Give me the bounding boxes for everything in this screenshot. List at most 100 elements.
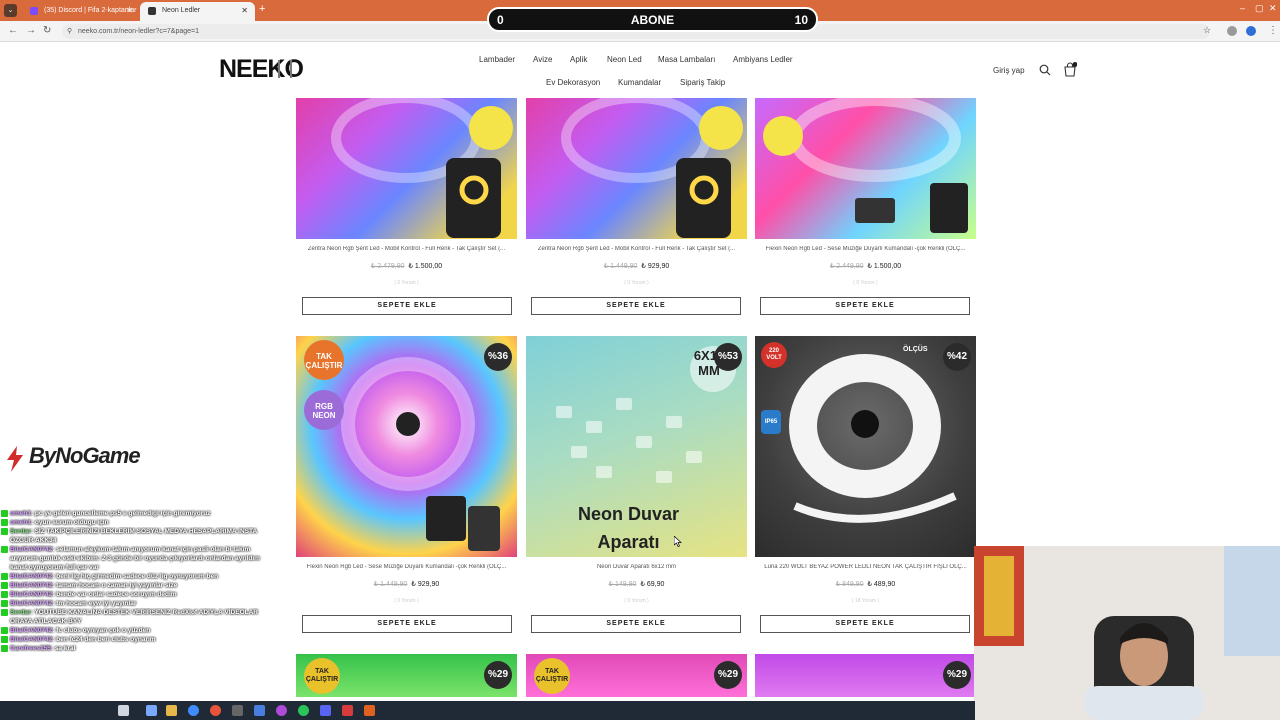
minimize-icon[interactable]: – xyxy=(1240,3,1245,13)
forward-icon[interactable]: → xyxy=(26,25,36,36)
app-icon[interactable] xyxy=(254,705,265,716)
app-icon[interactable] xyxy=(276,705,287,716)
add-to-cart-button[interactable]: SEPETE EKLE xyxy=(531,297,741,315)
product-image[interactable] xyxy=(755,98,976,239)
nav-avize[interactable]: Avize xyxy=(533,55,552,64)
chat-user: BilalCAN0742 xyxy=(10,546,53,553)
product-title[interactable]: Zentra Neon Rgb Şerit Led - Mobil Kontro… xyxy=(526,246,747,252)
product-price: ₺ 849,90 ₺ 489,90 xyxy=(755,580,976,588)
add-to-cart-button[interactable]: SEPETE EKLE xyxy=(760,615,970,633)
search-icon[interactable] xyxy=(1039,64,1051,76)
neon-coil-illustration xyxy=(763,98,968,233)
discount-badge: %42 xyxy=(943,343,971,371)
tab-neon-ledler[interactable]: Neon Ledler ✕ xyxy=(140,2,255,21)
price: ₺ 1.500,00 xyxy=(867,263,902,270)
badge-icon xyxy=(1,546,8,553)
chrome-icon[interactable] xyxy=(210,705,221,716)
start-icon[interactable] xyxy=(118,705,129,716)
app-icon[interactable] xyxy=(232,705,243,716)
chat-text: : beni lig hiç girmedim sadece düz lig o… xyxy=(52,573,219,580)
extension-icon[interactable] xyxy=(1227,26,1237,36)
product-title[interactable]: Flexin Neon Rgb Led - Sese Müziğe Duyarl… xyxy=(755,246,976,252)
tab-discord[interactable]: (35) Discord | Fifa 2-kaptanlar ✕ xyxy=(22,2,140,21)
neon-coil-illustration xyxy=(331,98,513,238)
chat-text: : YOUTUBE KANALINA DESTEK VERİRSENİZ Red… xyxy=(10,609,259,625)
product-image[interactable]: TAK ÇALIŞTIR RGB NEON %36 xyxy=(296,336,517,557)
chat-message: BilalCAN0742: ben fc24 den beri clubs oy… xyxy=(0,635,275,644)
bookmark-star-icon[interactable]: ☆ xyxy=(1203,25,1211,36)
new-tab-icon[interactable]: + xyxy=(259,3,265,15)
tab-search-icon[interactable]: ⌄ xyxy=(4,4,17,17)
browser-menu-icon[interactable]: ⋮ xyxy=(1268,25,1278,36)
product-image[interactable]: 6X12 MM %53 Neon Duvar Aparatı xyxy=(526,336,747,557)
product-image[interactable]: TAK ÇALIŞTIR %29 xyxy=(296,654,517,697)
cart-icon[interactable] xyxy=(1063,62,1077,77)
login-link[interactable]: Giriş yap xyxy=(993,66,1025,75)
maximize-icon[interactable]: ▢ xyxy=(1255,3,1264,14)
add-to-cart-button[interactable]: SEPETE EKLE xyxy=(302,615,512,633)
site-favicon-icon xyxy=(148,7,156,15)
product-image[interactable]: 220 VOLT IP65 ÖLÇÜS %42 xyxy=(755,336,976,557)
streamer-webcam-image xyxy=(974,546,1280,720)
product-image[interactable]: %29 xyxy=(755,654,976,697)
webcam-feed xyxy=(974,546,1280,720)
chat-text: : SİZ TAKİPÇİLERİNİZİ BEKLERİM SOSYAL ME… xyxy=(10,528,257,544)
files-icon[interactable] xyxy=(146,705,157,716)
badge-icon xyxy=(1,528,8,535)
product-image[interactable] xyxy=(296,98,517,239)
edge-icon[interactable] xyxy=(188,705,199,716)
chat-text: : tm hocam eyw iyi yayınlar xyxy=(52,600,137,607)
chat-text: : fc clubs oynıyan çok o yüzden xyxy=(52,627,151,634)
rgb-neon-badge: RGB NEON xyxy=(304,390,344,430)
nav-ev-dekorasyon[interactable]: Ev Dekorasyon xyxy=(546,78,600,87)
product-title[interactable]: Luna 220 WOLT BEYAZ POWER LEDLİ NEON TAK… xyxy=(755,564,976,570)
app-icon[interactable] xyxy=(342,705,353,716)
tab-label: Neon Ledler xyxy=(162,7,201,14)
close-icon[interactable]: ✕ xyxy=(241,2,248,19)
chat-user: omeh1 xyxy=(10,519,31,526)
product-image[interactable] xyxy=(526,98,747,239)
badge-icon xyxy=(1,600,8,607)
chat-user: BilalCAN0742 xyxy=(10,636,53,643)
review-count: ( 0 Yorum ) xyxy=(853,280,878,286)
whatsapp-icon[interactable] xyxy=(298,705,309,716)
window-close-icon[interactable]: ✕ xyxy=(1269,3,1277,14)
reload-icon[interactable]: ↻ xyxy=(43,25,51,36)
product-title[interactable]: Zentra Neon Rgb Şerit Led - Mobil Kontro… xyxy=(296,246,517,252)
discord-icon[interactable] xyxy=(320,705,331,716)
nav-kumandalar[interactable]: Kumandalar xyxy=(618,78,661,87)
nav-masa-lambalari[interactable]: Masa Lambaları xyxy=(658,55,715,64)
product-image[interactable]: TAK ÇALIŞTIR %29 xyxy=(526,654,747,697)
nav-neon-led[interactable]: Neon Led xyxy=(607,55,642,64)
nav-siparis-takip[interactable]: Sipariş Takip xyxy=(680,78,725,87)
badge-icon xyxy=(1,582,8,589)
close-icon[interactable]: ✕ xyxy=(126,2,133,19)
discount-badge: %29 xyxy=(714,661,742,689)
add-to-cart-button[interactable]: SEPETE EKLE xyxy=(302,297,512,315)
profile-avatar[interactable] xyxy=(1246,26,1256,36)
chat-user: BilalCAN0742 xyxy=(10,600,53,607)
obs-icon[interactable] xyxy=(364,705,375,716)
subscriber-goal-overlay: 0 ABONE 10 xyxy=(487,7,818,32)
site-info-icon[interactable]: ⚲ xyxy=(67,24,72,39)
url-text: neeko.com.tr/neon-ledler?c=7&page=1 xyxy=(78,28,200,35)
add-to-cart-button[interactable]: SEPETE EKLE xyxy=(760,297,970,315)
badge-icon xyxy=(1,591,8,598)
chat-user: Serdar xyxy=(10,609,31,616)
chat-message: BilalCAN0742: selamun aleykum takım anıy… xyxy=(0,545,275,572)
product-title[interactable]: Neon Duvar Aparatı 6x12 mm xyxy=(526,564,747,570)
folder-icon[interactable] xyxy=(166,705,177,716)
neon-coil-illustration xyxy=(561,98,743,238)
product-title[interactable]: Flexin Neon Rgb Led - Sese Müziğe Duyarl… xyxy=(296,564,517,570)
chat-message: BilalCAN0742: tm hocam eyw iyi yayınlar xyxy=(0,599,275,608)
nav-ambiyans-ledler[interactable]: Ambiyans Ledler xyxy=(733,55,793,64)
nav-lambader[interactable]: Lambader xyxy=(479,55,515,64)
nav-aplik[interactable]: Aplik xyxy=(570,55,587,64)
chat-message: BilalCAN0742: tamam hocam o zaman iyi ya… xyxy=(0,581,275,590)
back-icon[interactable]: ← xyxy=(8,25,18,36)
chat-text: : ben fc24 den beri clubs oynarım xyxy=(52,636,156,643)
add-to-cart-button[interactable]: SEPETE EKLE xyxy=(531,615,741,633)
chat-user: BilalCAN0742 xyxy=(10,627,53,634)
product-price: ₺ 2.449,90 ₺ 1.500,00 xyxy=(755,262,976,270)
chat-user: BilalCAN0742 xyxy=(10,573,53,580)
